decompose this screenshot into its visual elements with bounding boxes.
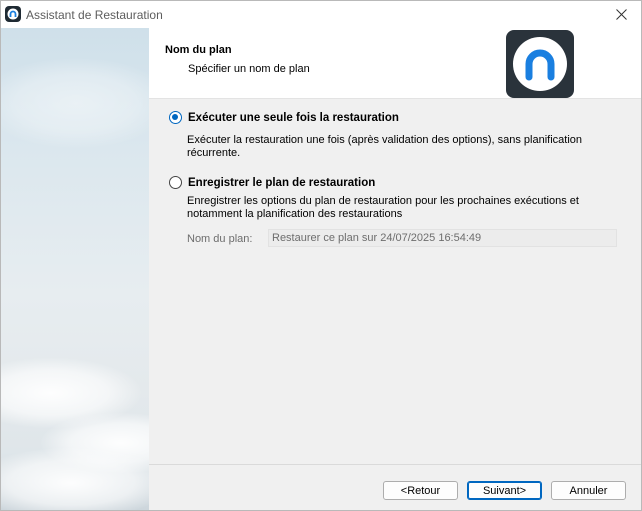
page-title: Nom du plan [165,44,232,56]
option-run-once[interactable]: Exécuter une seule fois la restauration [169,111,399,124]
option-save-plan[interactable]: Enregistrer le plan de restauration [169,176,375,189]
radio-save-plan[interactable] [169,176,182,189]
restore-wizard-window: Assistant de Restauration Nom du plan Sp… [0,0,642,511]
title-bar: Assistant de Restauration [1,1,641,28]
page-subtitle: Spécifier un nom de plan [188,63,310,75]
side-banner-image [1,28,149,510]
cancel-button[interactable]: Annuler [551,481,626,500]
wizard-footer: <Retour Suivant> Annuler [149,464,641,511]
next-button[interactable]: Suivant> [467,481,542,500]
wizard-content: Exécuter une seule fois la restauration … [149,99,641,464]
option-save-plan-label: Enregistrer le plan de restauration [188,176,376,189]
option-run-once-description: Exécuter la restauration une fois (après… [187,134,583,159]
option-save-plan-description: Enregistrer les options du plan de resta… [187,195,579,220]
brand-logo [506,30,574,98]
close-button[interactable] [601,1,641,28]
radio-run-once[interactable] [169,111,182,124]
back-button[interactable]: <Retour [383,481,458,500]
window-title: Assistant de Restauration [26,8,163,22]
wizard-header: Nom du plan Spécifier un nom de plan [149,28,641,99]
plan-name-input[interactable] [268,229,617,247]
plan-name-label: Nom du plan: [187,233,253,245]
app-logo-icon [5,6,21,22]
close-icon [615,9,627,20]
option-run-once-label: Exécuter une seule fois la restauration [188,111,399,124]
